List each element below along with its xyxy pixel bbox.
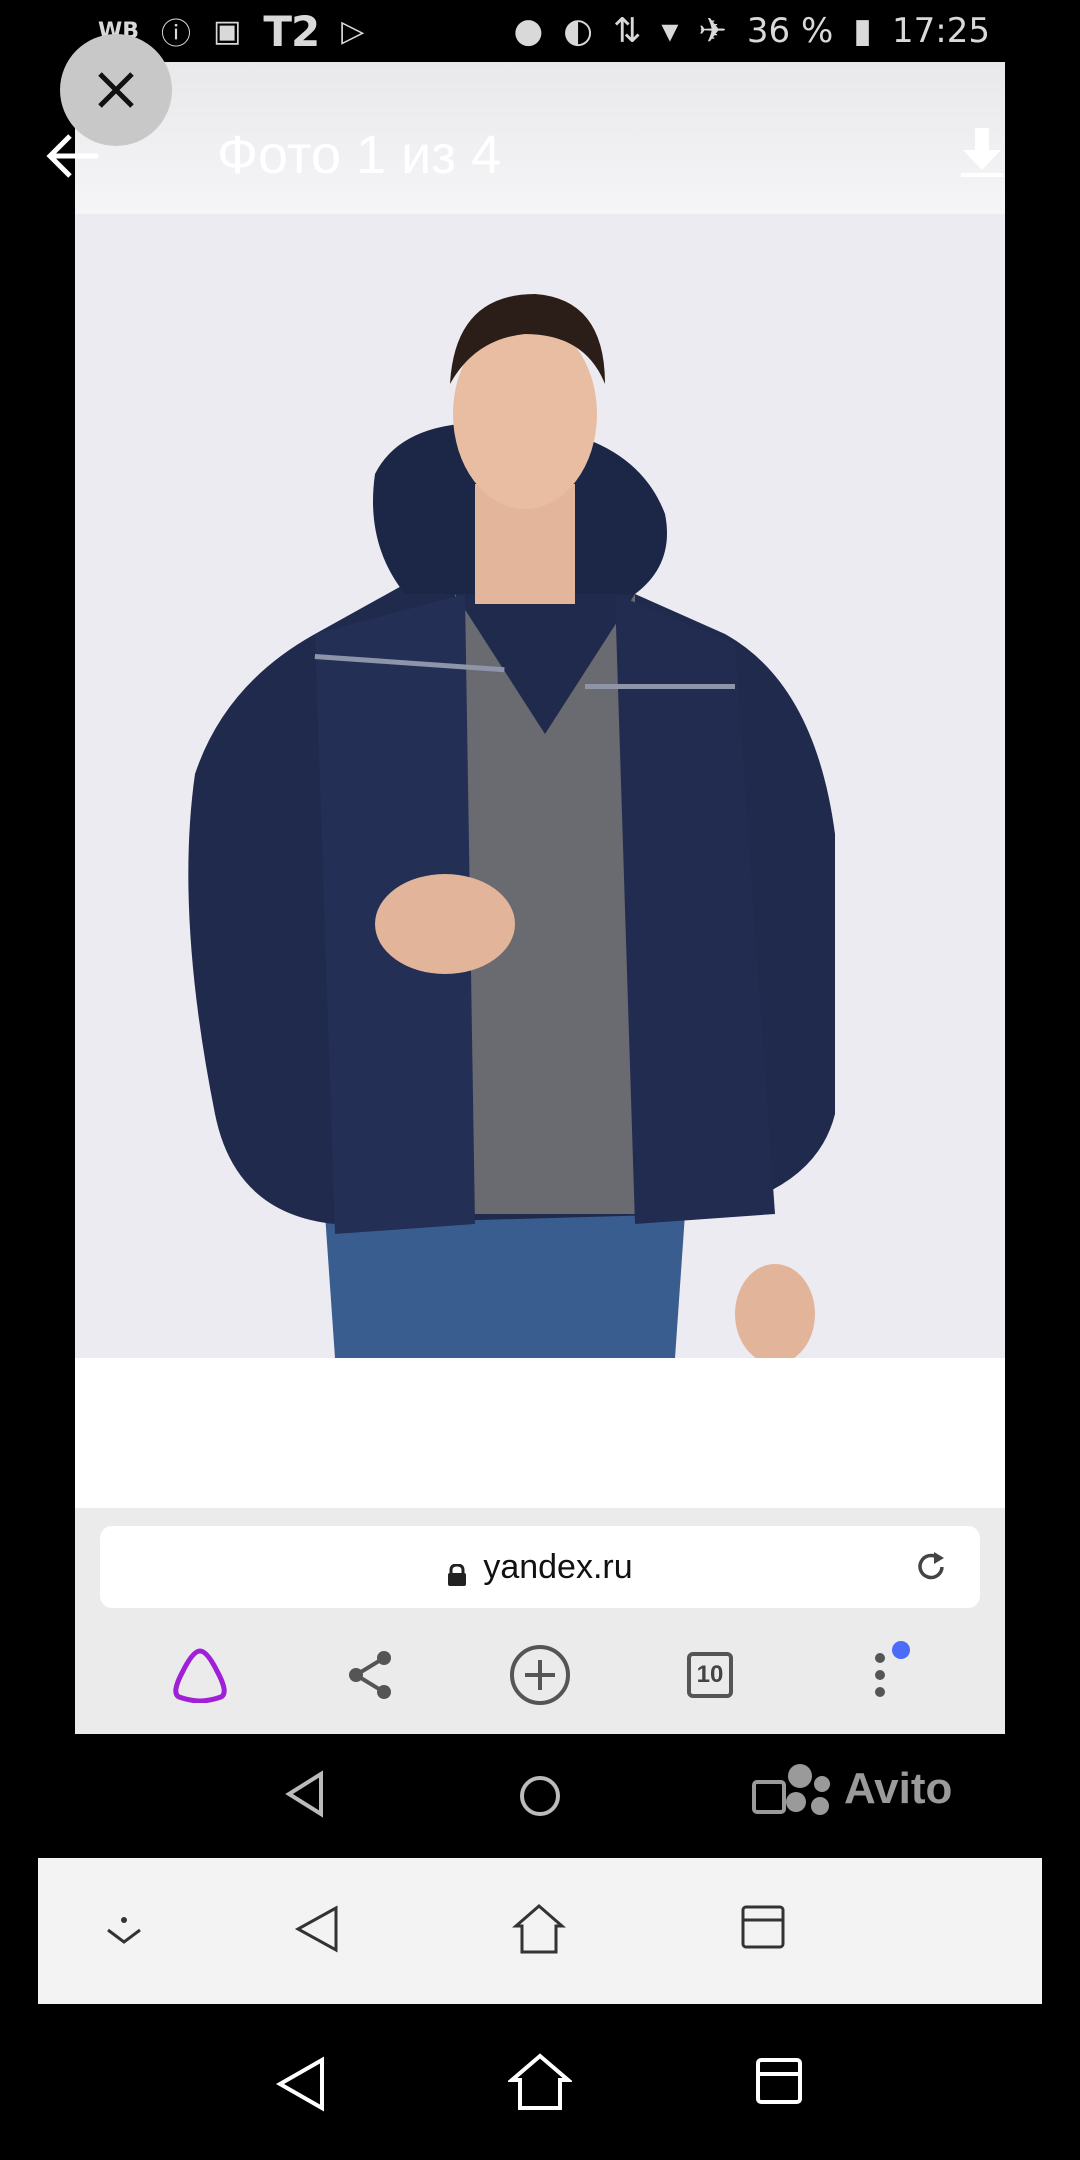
- alice-button[interactable]: [160, 1635, 240, 1715]
- plus-circle-icon: [510, 1645, 570, 1705]
- tabs-count: 10: [687, 1652, 733, 1698]
- recent-apps-icon[interactable]: [740, 1904, 786, 1950]
- inner-back-icon[interactable]: [285, 1770, 325, 1818]
- photo-header: Фото 1 из 4: [75, 62, 1005, 214]
- home-icon[interactable]: [512, 1902, 566, 1956]
- browser-bottom-panel: yandex.ru 10: [75, 1508, 1005, 1734]
- share-icon: [349, 1651, 391, 1699]
- avito-watermark: Avito: [752, 1762, 952, 1816]
- data-transfer-icon: ⇅: [612, 11, 642, 51]
- alert-icon: ⓘ: [161, 17, 192, 52]
- photo-viewer: Фото 1 из 4 yandex.ru 10: [75, 62, 1005, 1734]
- system-home-icon[interactable]: [508, 2052, 572, 2112]
- tabs-button[interactable]: 10: [670, 1635, 750, 1715]
- new-tab-button[interactable]: [500, 1635, 580, 1715]
- reload-icon[interactable]: [914, 1550, 948, 1584]
- carrier-label: T2: [263, 6, 320, 56]
- share-button[interactable]: [330, 1635, 410, 1715]
- airplane-icon: ✈: [698, 11, 727, 51]
- jacket-model-image: [75, 214, 1005, 1364]
- avito-logo-icon: [752, 1764, 830, 1815]
- inner-home-icon[interactable]: [518, 1774, 562, 1818]
- system-back-icon[interactable]: [276, 2056, 326, 2112]
- gallery-icon: ▣: [213, 13, 242, 49]
- close-button[interactable]: [60, 34, 172, 146]
- photo-counter-title: Фото 1 из 4: [217, 125, 502, 185]
- avito-brand-text: Avito: [844, 1764, 953, 1813]
- data-saver-icon: ◐: [563, 11, 593, 51]
- battery-icon: ▮: [853, 11, 873, 51]
- product-photo[interactable]: [75, 214, 1005, 1364]
- secondary-navigation-bar: [38, 1858, 1042, 2004]
- wifi-icon: ▾: [661, 11, 679, 51]
- notification-dot: [892, 1641, 910, 1659]
- play-store-icon: ▷: [341, 13, 365, 49]
- menu-button[interactable]: [840, 1635, 920, 1715]
- back-arrow-icon[interactable]: [44, 132, 100, 180]
- url-text: yandex.ru: [483, 1547, 633, 1586]
- hide-nav-icon[interactable]: [104, 1914, 144, 1946]
- back-icon[interactable]: [294, 1904, 340, 1954]
- location-icon: ●: [513, 11, 544, 51]
- system-navigation-bar: [0, 2020, 1080, 2160]
- battery-percent: 36 %: [746, 11, 834, 51]
- address-bar[interactable]: yandex.ru: [100, 1526, 980, 1608]
- lock-icon: [447, 1556, 467, 1586]
- clock: 17:25: [892, 11, 990, 51]
- browser-toolbar: 10: [75, 1616, 1005, 1734]
- download-icon[interactable]: [959, 128, 1005, 178]
- photo-bottom-padding: [75, 1358, 1005, 1508]
- system-recent-apps-icon[interactable]: [754, 2056, 804, 2106]
- status-bar: WB ⓘ ▣ T2 ▷ ● ◐ ⇅ ▾ ✈ 36 % ▮ 17:25: [0, 0, 1080, 62]
- alice-icon: [173, 1648, 227, 1703]
- more-vertical-icon: [875, 1653, 885, 1697]
- close-icon: [98, 72, 134, 108]
